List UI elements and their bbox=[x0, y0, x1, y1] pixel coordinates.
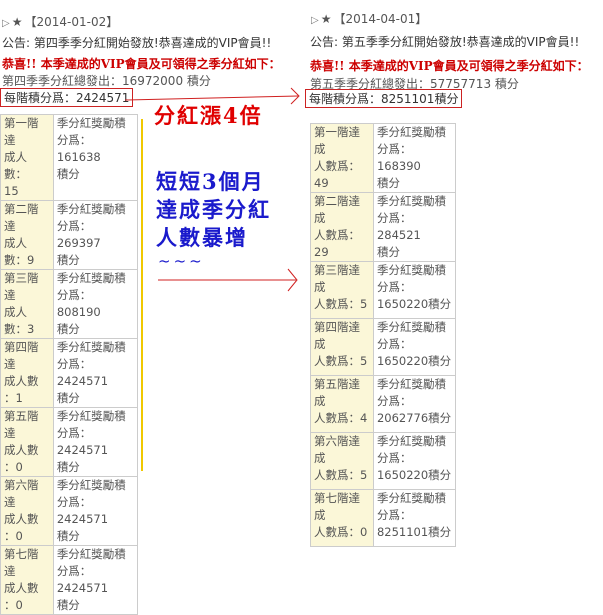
cell-line: ：0 bbox=[4, 598, 23, 612]
cell-line: ：0 bbox=[4, 529, 23, 543]
cell-line: 季分紅獎勵積 bbox=[56, 547, 126, 561]
cell-line: 8251101積分 bbox=[376, 525, 452, 539]
arrow-right-icon bbox=[158, 268, 298, 292]
annotation-arrows bbox=[124, 87, 300, 292]
cell-line: 分爲：2424571 bbox=[56, 564, 109, 595]
bonus-cell: 季分紅獎勵積分爲：2424571 積分 bbox=[52, 545, 139, 615]
arrow-right-icon bbox=[124, 87, 300, 105]
level-cell: 第七階達成人數 ：0 bbox=[0, 545, 54, 615]
cell-line: 人數爲：0 bbox=[314, 525, 368, 539]
cell-line: 第七階達 bbox=[4, 547, 39, 578]
cell-line: 積分 bbox=[56, 529, 80, 543]
table-row: 第七階達成人數 ：0 季分紅獎勵積分爲：2424571 積分 bbox=[0, 545, 139, 615]
cell-line: 成人數 bbox=[4, 581, 39, 595]
cell-line: 積分 bbox=[56, 598, 80, 612]
